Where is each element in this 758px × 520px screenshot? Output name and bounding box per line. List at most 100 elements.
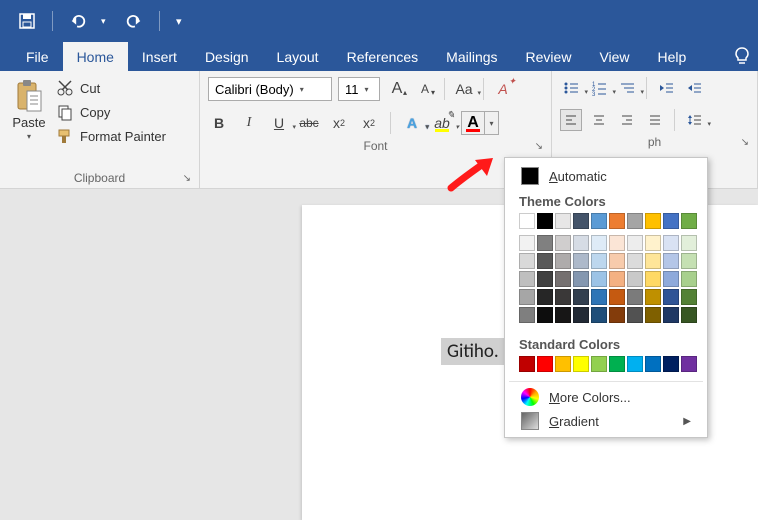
color-swatch[interactable]: [645, 235, 661, 251]
color-swatch[interactable]: [663, 356, 679, 372]
color-swatch[interactable]: [519, 235, 535, 251]
color-swatch[interactable]: [663, 289, 679, 305]
tab-home[interactable]: Home: [63, 42, 128, 71]
bullets-button[interactable]: ▾: [560, 77, 582, 99]
decrease-indent-button[interactable]: [655, 77, 677, 99]
color-swatch[interactable]: [627, 235, 643, 251]
italic-button[interactable]: I: [238, 112, 260, 134]
numbering-button[interactable]: 123▾: [588, 77, 610, 99]
font-size-combo[interactable]: 11▾: [338, 77, 380, 101]
color-swatch[interactable]: [609, 356, 625, 372]
color-swatch[interactable]: [519, 213, 535, 229]
copy-button[interactable]: Copy: [56, 103, 166, 121]
color-swatch[interactable]: [681, 289, 697, 305]
color-swatch[interactable]: [609, 253, 625, 269]
color-swatch[interactable]: [609, 289, 625, 305]
color-swatch[interactable]: [627, 307, 643, 323]
paragraph-dialog-launcher-icon[interactable]: ↘: [741, 137, 749, 148]
color-swatch[interactable]: [609, 307, 625, 323]
color-swatch[interactable]: [537, 235, 553, 251]
color-swatch[interactable]: [663, 213, 679, 229]
color-swatch[interactable]: [663, 235, 679, 251]
redo-icon[interactable]: [125, 12, 143, 30]
justify-button[interactable]: [644, 109, 666, 131]
grow-font-button[interactable]: A▴: [386, 78, 408, 100]
font-dialog-launcher-icon[interactable]: ↘: [535, 141, 543, 152]
tab-mailings[interactable]: Mailings: [432, 42, 511, 71]
highlight-button[interactable]: ab✎▾: [431, 112, 453, 134]
align-center-button[interactable]: [588, 109, 610, 131]
color-swatch[interactable]: [681, 235, 697, 251]
paste-dropdown-icon[interactable]: ▾: [27, 132, 31, 141]
color-swatch[interactable]: [591, 289, 607, 305]
color-swatch[interactable]: [573, 235, 589, 251]
automatic-color-item[interactable]: Automatic: [505, 164, 707, 188]
subscript-button[interactable]: x2: [328, 112, 350, 134]
clipboard-dialog-launcher-icon[interactable]: ↘: [183, 173, 191, 184]
color-swatch[interactable]: [627, 213, 643, 229]
selected-text[interactable]: Gitiho.: [441, 338, 505, 365]
superscript-button[interactable]: x2: [358, 112, 380, 134]
color-swatch[interactable]: [591, 271, 607, 287]
color-swatch[interactable]: [573, 356, 589, 372]
color-swatch[interactable]: [627, 356, 643, 372]
color-swatch[interactable]: [627, 253, 643, 269]
color-swatch[interactable]: [591, 356, 607, 372]
color-swatch[interactable]: [681, 307, 697, 323]
shrink-font-button[interactable]: A▾: [414, 78, 436, 100]
color-swatch[interactable]: [663, 253, 679, 269]
color-swatch[interactable]: [537, 253, 553, 269]
color-swatch[interactable]: [645, 289, 661, 305]
color-swatch[interactable]: [681, 356, 697, 372]
color-swatch[interactable]: [663, 271, 679, 287]
font-color-dropdown-icon[interactable]: ▾: [484, 112, 498, 134]
paste-button[interactable]: Paste ▾: [8, 77, 50, 167]
undo-icon[interactable]: [69, 12, 87, 30]
color-swatch[interactable]: [519, 253, 535, 269]
strike-button[interactable]: abc: [298, 112, 320, 134]
tab-insert[interactable]: Insert: [128, 42, 191, 71]
color-swatch[interactable]: [537, 289, 553, 305]
tab-layout[interactable]: Layout: [263, 42, 333, 71]
color-swatch[interactable]: [555, 235, 571, 251]
gradient-item[interactable]: Gradient ▶: [505, 409, 707, 433]
save-icon[interactable]: [18, 12, 36, 30]
undo-dropdown-icon[interactable]: ▾: [101, 16, 111, 27]
color-swatch[interactable]: [645, 356, 661, 372]
color-swatch[interactable]: [519, 271, 535, 287]
align-left-button[interactable]: [560, 109, 582, 131]
color-swatch[interactable]: [573, 289, 589, 305]
color-swatch[interactable]: [537, 356, 553, 372]
align-right-button[interactable]: [616, 109, 638, 131]
color-swatch[interactable]: [555, 213, 571, 229]
color-swatch[interactable]: [681, 253, 697, 269]
color-swatch[interactable]: [555, 253, 571, 269]
color-swatch[interactable]: [591, 253, 607, 269]
color-swatch[interactable]: [609, 235, 625, 251]
color-swatch[interactable]: [627, 289, 643, 305]
color-swatch[interactable]: [681, 271, 697, 287]
color-swatch[interactable]: [645, 271, 661, 287]
color-swatch[interactable]: [627, 271, 643, 287]
font-name-combo[interactable]: Calibri (Body)▾: [208, 77, 332, 101]
more-colors-item[interactable]: More Colors...: [505, 385, 707, 409]
font-color-button[interactable]: A: [462, 112, 484, 134]
color-swatch[interactable]: [573, 213, 589, 229]
color-swatch[interactable]: [555, 356, 571, 372]
color-swatch[interactable]: [555, 307, 571, 323]
color-swatch[interactable]: [519, 307, 535, 323]
line-spacing-button[interactable]: ▾: [683, 109, 705, 131]
cut-button[interactable]: Cut: [56, 79, 166, 97]
color-swatch[interactable]: [609, 271, 625, 287]
color-swatch[interactable]: [519, 289, 535, 305]
color-swatch[interactable]: [537, 307, 553, 323]
color-swatch[interactable]: [555, 289, 571, 305]
color-swatch[interactable]: [573, 307, 589, 323]
qat-customize-icon[interactable]: ▾: [176, 15, 186, 28]
color-swatch[interactable]: [609, 213, 625, 229]
tab-view[interactable]: View: [585, 42, 643, 71]
tab-file[interactable]: File: [12, 42, 63, 71]
color-swatch[interactable]: [519, 356, 535, 372]
change-case-button[interactable]: Aa▾: [453, 78, 475, 100]
color-swatch[interactable]: [681, 213, 697, 229]
